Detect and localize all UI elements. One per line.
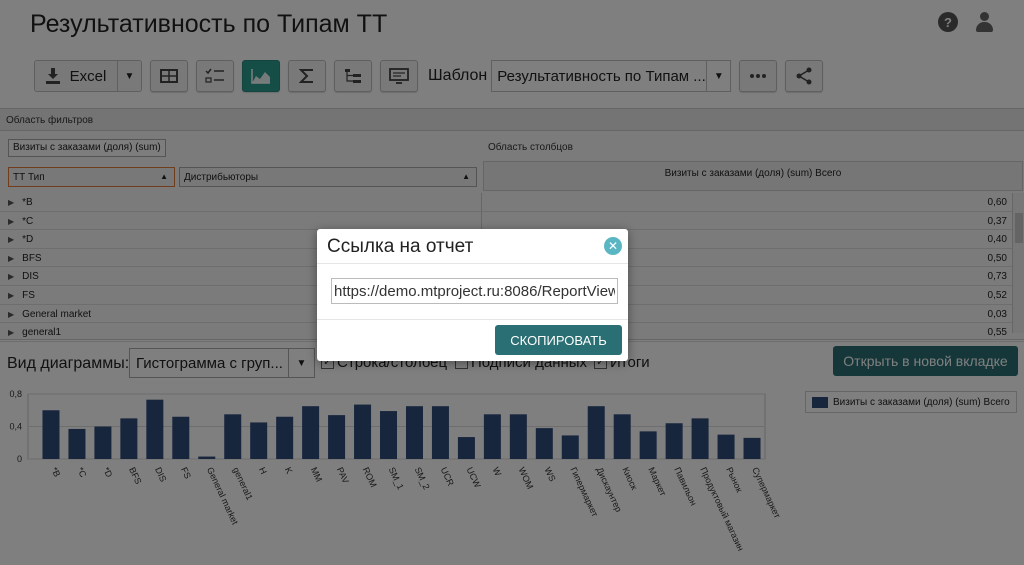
close-icon[interactable]: ✕ — [604, 237, 622, 255]
report-url-input[interactable] — [331, 278, 618, 304]
divider — [317, 263, 628, 264]
copy-button[interactable]: СКОПИРОВАТЬ — [495, 325, 622, 355]
report-link-modal: Ссылка на отчет ✕ СКОПИРОВАТЬ — [317, 229, 628, 361]
modal-title: Ссылка на отчет — [327, 236, 474, 257]
divider — [317, 319, 628, 320]
